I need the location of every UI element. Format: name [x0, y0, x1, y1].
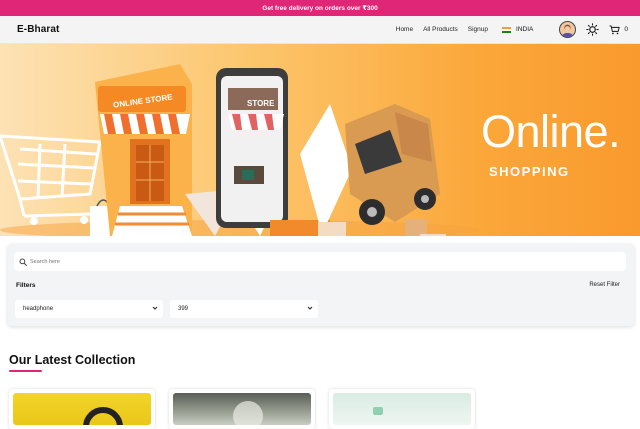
hero-title: Online. — [481, 106, 621, 157]
hero-banner[interactable]: ONLINE STORE STORE Online. SHOPPING — [0, 44, 640, 236]
country-selector[interactable]: INDIA — [502, 26, 533, 33]
product-card[interactable] — [169, 389, 315, 429]
smartphone-illustration — [216, 68, 288, 228]
navbar: E-Bharat Home All Products Signup INDIA — [0, 16, 640, 44]
product-image[interactable] — [173, 393, 311, 425]
promo-text: Get free delivery on orders over ₹300 — [262, 5, 378, 12]
cart-count: 0 — [624, 26, 628, 33]
reset-filter-button[interactable]: Reset Filter — [589, 282, 620, 288]
price-select[interactable]: 399 — [170, 300, 318, 318]
search-input[interactable] — [30, 258, 610, 265]
nav-link-signup[interactable]: Signup — [468, 26, 488, 33]
promo-banner: Get free delivery on orders over ₹300 — [0, 0, 640, 16]
product-image[interactable] — [333, 393, 471, 425]
user-avatar[interactable] — [559, 21, 577, 38]
store-building-illustration — [95, 64, 192, 236]
product-card[interactable] — [9, 389, 155, 429]
chevron-down-icon — [152, 306, 158, 310]
hero-subtitle: SHOPPING — [489, 164, 570, 179]
cart-button[interactable]: 0 — [609, 24, 628, 35]
cart-icon — [609, 24, 621, 34]
nav-links: Home All Products Signup INDIA 0 — [386, 21, 628, 38]
nav-link-home[interactable]: Home — [396, 26, 413, 33]
delivery-truck-illustration — [345, 104, 440, 225]
product-card[interactable] — [329, 389, 475, 429]
search-icon — [19, 257, 27, 266]
heading-underline — [9, 370, 42, 372]
shopping-cart-illustration — [0, 134, 102, 218]
nav-link-all-products[interactable]: All Products — [423, 26, 458, 33]
country-label: INDIA — [516, 26, 534, 33]
search-bar[interactable] — [14, 252, 626, 271]
india-flag-icon — [502, 26, 512, 33]
phone-store-sign-text: STORE — [247, 99, 275, 108]
category-select-value: headphone — [23, 306, 54, 312]
filters-heading: Filters — [16, 282, 36, 289]
collection-heading: Our Latest Collection — [9, 353, 136, 367]
chevron-down-icon — [307, 306, 313, 310]
category-select[interactable]: headphone — [15, 300, 163, 318]
price-select-value: 399 — [178, 306, 189, 312]
avatar-icon — [562, 24, 574, 37]
theme-toggle-sun-icon[interactable] — [586, 23, 600, 36]
product-image[interactable] — [13, 393, 151, 425]
filter-panel: Filters Reset Filter headphone 399 — [8, 244, 634, 326]
brand-logo[interactable]: E-Bharat — [17, 24, 59, 35]
